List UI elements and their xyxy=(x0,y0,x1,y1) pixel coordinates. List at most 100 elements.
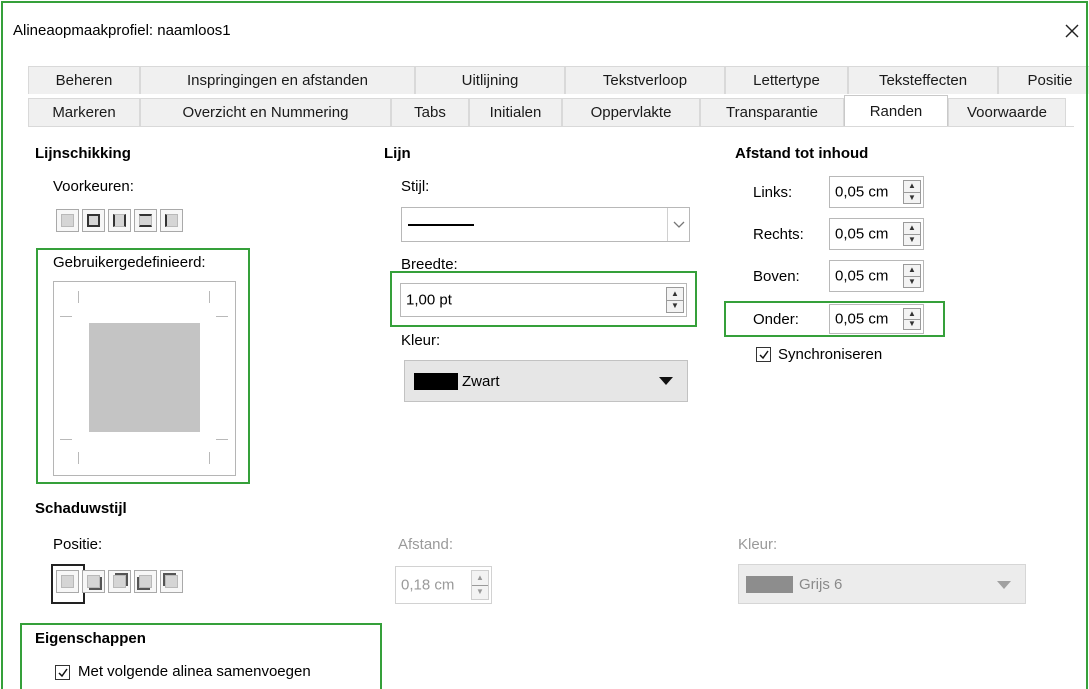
merge-checkbox[interactable] xyxy=(55,665,70,680)
spin-up-icon[interactable]: ▲ xyxy=(472,571,488,585)
preview-tick xyxy=(78,291,79,303)
tab-panel-border xyxy=(28,126,1074,127)
shadow-distance-field[interactable]: 0,18 cm ▲ ▼ xyxy=(395,566,492,604)
line-color-dropdown[interactable]: Zwart xyxy=(404,360,688,402)
tab-tekstverloop[interactable]: Tekstverloop xyxy=(565,66,725,94)
preview-paragraph-area xyxy=(89,323,200,432)
tab-oppervlakte[interactable]: Oppervlakte xyxy=(562,98,700,126)
line-color-label: Kleur: xyxy=(401,332,441,349)
shadow-color-dropdown[interactable]: Grijs 6 xyxy=(738,564,1026,604)
dropdown-arrow-icon xyxy=(659,377,673,385)
shadow-color-swatch xyxy=(746,576,793,593)
properties-title: Eigenschappen xyxy=(35,630,146,647)
shadow-top-left-button[interactable] xyxy=(160,570,183,593)
tab-transparantie[interactable]: Transparantie xyxy=(700,98,844,126)
shadow-bottom-right-icon xyxy=(87,575,100,588)
padding-bottom-spinner[interactable]: ▲ ▼ xyxy=(903,308,921,330)
tab-uitlijning[interactable]: Uitlijning xyxy=(415,66,565,94)
shadow-none-button[interactable] xyxy=(56,570,79,593)
spin-down-icon[interactable]: ▼ xyxy=(904,275,920,287)
shadow-position-row xyxy=(56,570,186,593)
shadow-none-icon xyxy=(61,575,74,588)
shadow-bottom-left-button[interactable] xyxy=(134,570,157,593)
preset-left-right-icon xyxy=(113,214,126,227)
line-color-value: Zwart xyxy=(462,373,500,390)
preset-box-button[interactable] xyxy=(82,209,105,232)
padding-right-value: 0,05 cm xyxy=(835,225,889,243)
tab-inspringingen[interactable]: Inspringingen en afstanden xyxy=(140,66,415,94)
tab-initialen[interactable]: Initialen xyxy=(469,98,562,126)
line-title: Lijn xyxy=(384,145,411,162)
padding-left-field[interactable]: 0,05 cm ▲ ▼ xyxy=(829,176,924,208)
line-style-select[interactable] xyxy=(401,207,690,242)
tab-randen[interactable]: Randen xyxy=(844,95,948,127)
preview-tick xyxy=(209,452,210,464)
padding-left-value: 0,05 cm xyxy=(835,183,889,201)
user-defined-label: Gebruikergedefinieerd: xyxy=(53,254,206,271)
padding-bottom-field[interactable]: 0,05 cm ▲ ▼ xyxy=(829,304,924,334)
padding-left-spinner[interactable]: ▲ ▼ xyxy=(903,180,921,204)
sync-checkbox[interactable] xyxy=(756,347,771,362)
preview-tick xyxy=(60,439,72,440)
padding-right-field[interactable]: 0,05 cm ▲ ▼ xyxy=(829,218,924,250)
spin-up-icon[interactable]: ▲ xyxy=(904,223,920,234)
preview-tick xyxy=(216,316,228,317)
shadow-distance-spinner[interactable]: ▲ ▼ xyxy=(471,570,489,600)
preview-tick xyxy=(209,291,210,303)
width-label: Breedte: xyxy=(401,256,458,273)
preset-none-icon xyxy=(61,214,74,227)
shadow-position-label: Positie: xyxy=(53,536,103,553)
padding-right-spinner[interactable]: ▲ ▼ xyxy=(903,222,921,246)
preset-left-right-button[interactable] xyxy=(108,209,131,232)
spin-up-icon[interactable]: ▲ xyxy=(667,288,683,300)
preview-tick xyxy=(78,452,79,464)
tab-positie[interactable]: Positie xyxy=(998,66,1089,94)
checkmark-icon xyxy=(758,350,769,359)
preset-left-icon xyxy=(165,214,178,227)
spin-up-icon[interactable]: ▲ xyxy=(904,265,920,276)
style-label: Stijl: xyxy=(401,178,430,195)
line-width-value: 1,00 pt xyxy=(406,291,452,309)
tab-markeren[interactable]: Markeren xyxy=(28,98,140,126)
preset-none-button[interactable] xyxy=(56,209,79,232)
spin-down-icon[interactable]: ▼ xyxy=(904,318,920,329)
line-width-spinner[interactable]: ▲ ▼ xyxy=(666,287,684,313)
padding-left-label: Links: xyxy=(753,184,793,201)
tab-teksteffecten[interactable]: Teksteffecten xyxy=(848,66,998,94)
tab-lettertype[interactable]: Lettertype xyxy=(725,66,848,94)
close-button[interactable] xyxy=(1055,14,1089,48)
shadow-bottom-left-icon xyxy=(139,575,152,588)
line-style-dropdown[interactable] xyxy=(667,208,689,241)
checkmark-icon xyxy=(57,668,68,677)
shadow-top-right-button[interactable] xyxy=(108,570,131,593)
presets-label: Voorkeuren: xyxy=(53,178,134,195)
spin-down-icon[interactable]: ▼ xyxy=(904,191,920,203)
padding-title: Afstand tot inhoud xyxy=(735,145,869,162)
shadow-bottom-right-button[interactable] xyxy=(82,570,105,593)
tab-beheren[interactable]: Beheren xyxy=(28,66,140,94)
padding-top-spinner[interactable]: ▲ ▼ xyxy=(903,264,921,288)
spin-up-icon[interactable]: ▲ xyxy=(904,181,920,192)
padding-bottom-label: Onder: xyxy=(753,311,799,328)
spin-down-icon[interactable]: ▼ xyxy=(667,299,683,312)
dropdown-arrow-icon xyxy=(997,581,1011,589)
preset-left-button[interactable] xyxy=(160,209,183,232)
tab-voorwaarde[interactable]: Voorwaarde xyxy=(948,98,1066,126)
line-width-field[interactable]: 1,00 pt ▲ ▼ xyxy=(400,283,687,317)
shadow-title: Schaduwstijl xyxy=(35,500,127,517)
line-arrangement-title: Lijnschikking xyxy=(35,145,131,162)
chevron-down-icon xyxy=(673,221,684,228)
tab-overzicht-nummering[interactable]: Overzicht en Nummering xyxy=(140,98,391,126)
preview-tick xyxy=(216,439,228,440)
merge-label: Met volgende alinea samenvoegen xyxy=(78,663,311,680)
preset-top-bottom-button[interactable] xyxy=(134,209,157,232)
spin-down-icon[interactable]: ▼ xyxy=(904,233,920,245)
user-defined-border-preview[interactable] xyxy=(53,281,236,476)
spin-down-icon[interactable]: ▼ xyxy=(472,584,488,599)
tab-tabs[interactable]: Tabs xyxy=(391,98,469,126)
shadow-distance-value: 0,18 cm xyxy=(401,576,455,594)
paragraph-style-dialog: Alineaopmaakprofiel: naamloos1 Beheren I… xyxy=(0,0,1089,689)
spin-up-icon[interactable]: ▲ xyxy=(904,309,920,319)
padding-top-field[interactable]: 0,05 cm ▲ ▼ xyxy=(829,260,924,292)
title-bar: Alineaopmaakprofiel: naamloos1 xyxy=(0,0,1089,58)
